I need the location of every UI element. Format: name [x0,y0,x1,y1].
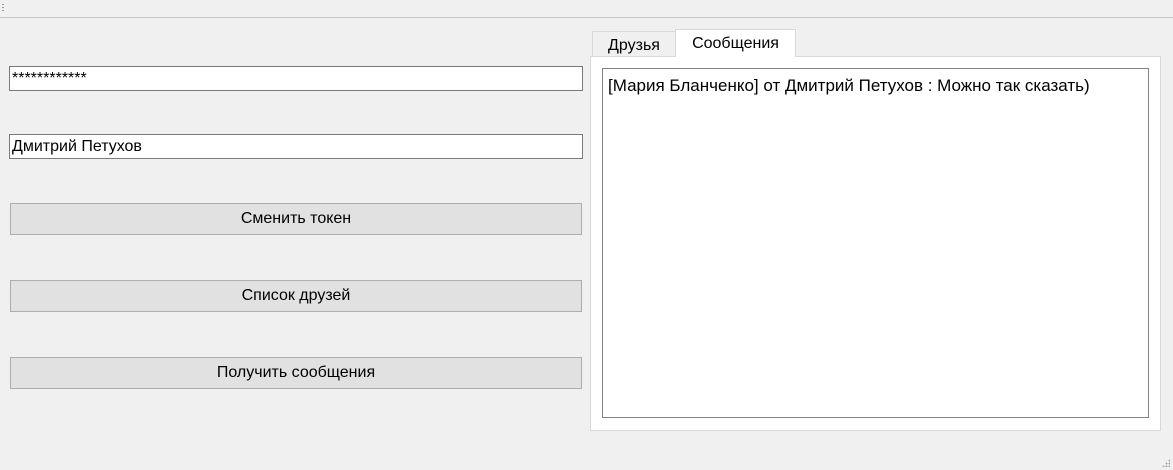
name-field[interactable] [9,134,583,159]
grip-icon[interactable] [2,4,4,13]
tab-friends[interactable]: Друзья [592,31,676,57]
message-item: [Мария Бланченко] от Дмитрий Петухов : М… [608,76,1090,95]
messages-tab-panel: [Мария Бланченко] от Дмитрий Петухов : М… [590,56,1161,431]
friends-list-button[interactable]: Список друзей [10,280,582,312]
change-token-button[interactable]: Сменить токен [10,203,582,235]
messages-list[interactable]: [Мария Бланченко] от Дмитрий Петухов : М… [602,68,1149,418]
get-messages-button[interactable]: Получить сообщения [10,357,582,389]
toolbar-strip [0,0,1173,18]
tab-messages[interactable]: Сообщения [675,29,796,57]
token-field[interactable] [9,66,583,91]
resize-grip-icon[interactable] [1162,459,1170,467]
